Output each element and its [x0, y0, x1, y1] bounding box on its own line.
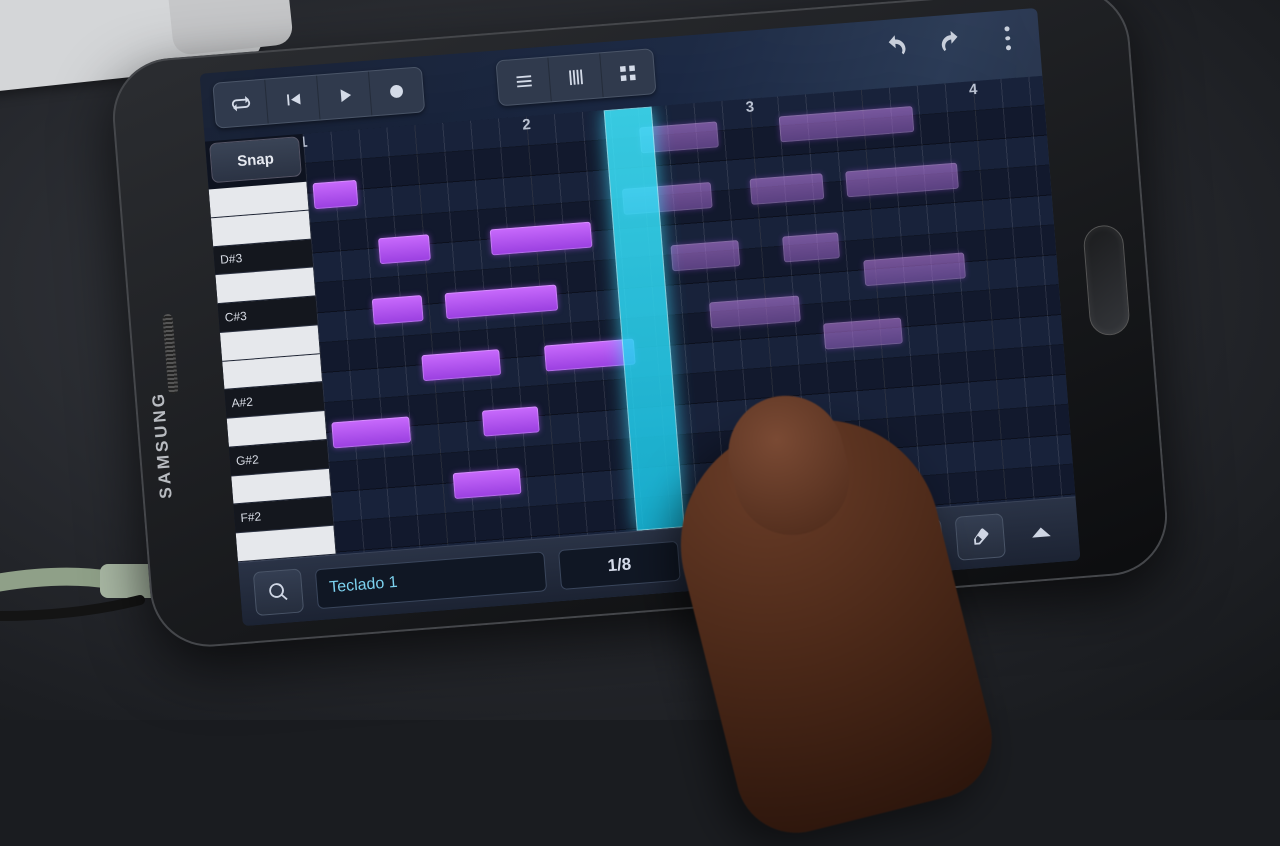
snap-fraction-label: 1/8	[607, 554, 632, 576]
midi-note[interactable]	[783, 232, 841, 262]
piano-roll-grid[interactable]: 1234	[303, 76, 1076, 555]
midi-note[interactable]	[312, 180, 359, 209]
phone-brand: SAMSUNG	[148, 390, 176, 499]
bar-number: 2	[522, 116, 532, 134]
track-name-label: Teclado 1	[329, 573, 399, 596]
midi-note[interactable]	[671, 240, 740, 271]
desk-object	[166, 0, 294, 56]
list-view-button[interactable]	[497, 57, 552, 105]
search-button[interactable]	[253, 568, 304, 616]
bar-number: 4	[968, 81, 978, 99]
phone-body: SAMSUNG	[108, 0, 1171, 651]
home-button[interactable]	[1082, 224, 1131, 337]
eraser-tool-button[interactable]	[955, 513, 1006, 561]
view-group	[495, 48, 656, 106]
piano-roll-button[interactable]	[548, 53, 603, 101]
snap-button[interactable]: Snap	[209, 136, 302, 183]
midi-note[interactable]	[482, 406, 540, 436]
snap-fraction-field[interactable]: 1/8	[558, 540, 681, 589]
desk-surface: SAMSUNG	[0, 0, 1280, 720]
record-button[interactable]	[369, 67, 424, 115]
rewind-button[interactable]	[265, 76, 320, 124]
transport-group	[212, 66, 425, 128]
track-name-field[interactable]: Teclado 1	[315, 551, 547, 609]
undo-button[interactable]	[876, 28, 915, 67]
expand-panel-button[interactable]	[1016, 507, 1065, 556]
bar-number: 3	[745, 98, 755, 116]
phone-speaker	[162, 314, 178, 395]
midi-note[interactable]	[378, 234, 430, 264]
play-button[interactable]	[317, 72, 372, 120]
grid-view-button[interactable]	[600, 49, 655, 97]
more-menu-button[interactable]	[988, 19, 1027, 58]
pencil-tool-button[interactable]	[893, 518, 944, 566]
midi-note[interactable]	[372, 295, 424, 325]
loop-button[interactable]	[213, 80, 268, 128]
midi-note[interactable]	[453, 468, 522, 499]
app-screen: Snap D#3C#3A#2G#2F#2 1234 Teclado 1	[200, 8, 1081, 626]
redo-button[interactable]	[932, 23, 971, 62]
